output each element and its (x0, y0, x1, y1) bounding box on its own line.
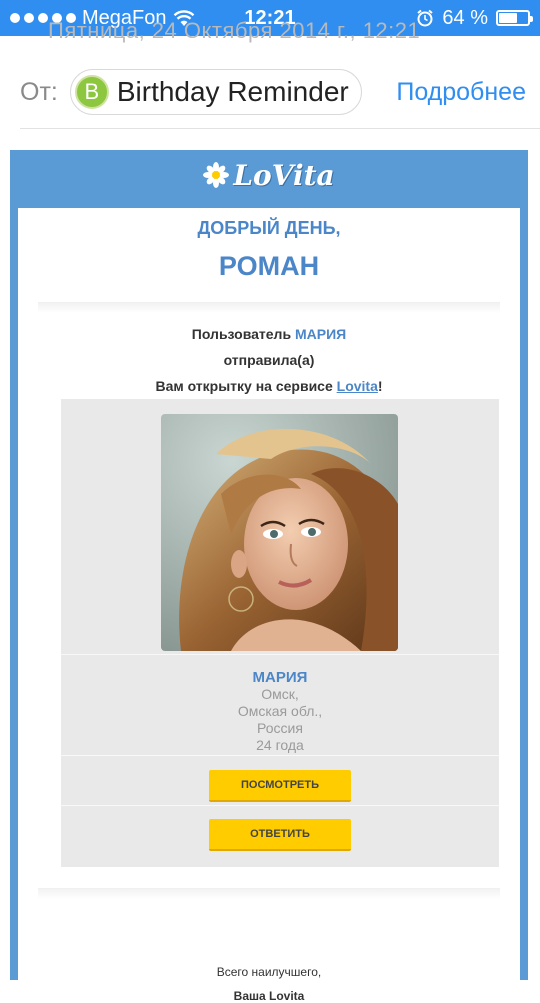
section-divider (38, 888, 500, 899)
greeting-name: РОМАН (218, 251, 320, 281)
lovita-link[interactable]: Lovita (337, 378, 378, 394)
portrait-image (161, 414, 398, 651)
header-divider (20, 128, 540, 129)
daisy-icon (203, 162, 230, 188)
sender-info: МАРИЯ Омск, Омская обл., Россия 24 года (61, 669, 499, 754)
logo-bar: LoVita (10, 150, 528, 200)
mail-body: LoVita ДОБРЫЙ ДЕНЬ, РОМАН Пользователь М… (10, 150, 528, 1003)
from-label: От: (20, 77, 58, 106)
signoff-signature: Ваша Lovita (233, 989, 305, 1003)
msg-line2: отправила(а) (223, 352, 315, 368)
postcard-card: МАРИЯ Омск, Омская обл., Россия 24 года … (61, 399, 499, 867)
msg-line3-suffix: ! (377, 378, 383, 394)
reply-button[interactable]: ОТВЕТИТЬ (209, 819, 351, 851)
battery-icon (496, 10, 533, 26)
sender-name: Birthday Reminder (116, 76, 349, 107)
msg-user-name: МАРИЯ (294, 326, 347, 342)
card-divider (61, 654, 499, 655)
profile-photo[interactable] (161, 414, 398, 651)
card-country: Россия (257, 720, 303, 736)
card-region: Омская обл., (237, 703, 323, 719)
sender-avatar: B (74, 75, 109, 109)
card-sender-name[interactable]: МАРИЯ (61, 669, 499, 686)
lovita-logo[interactable]: LoVita (203, 158, 335, 192)
mail-content: ДОБРЫЙ ДЕНЬ, РОМАН Пользователь МАРИЯ от… (18, 208, 520, 1003)
details-link[interactable]: Подробнее (396, 78, 526, 107)
from-row: От: B Birthday Reminder Подробнее (20, 68, 526, 116)
card-city: Омск, (261, 686, 299, 702)
logo-text: LoVita (233, 158, 335, 192)
section-divider (38, 302, 500, 313)
view-button[interactable]: ПОСМОТРЕТЬ (209, 770, 351, 802)
message-text: Пользователь МАРИЯ отправила(а) Вам откр… (18, 321, 520, 399)
email-date: Пятница, 24 Октября 2014 г., 12:21 (48, 18, 421, 43)
greeting-line: ДОБРЫЙ ДЕНЬ, (197, 218, 341, 238)
msg-line3-prefix: Вам открытку на сервисе (155, 378, 333, 394)
sender-chip[interactable]: B Birthday Reminder (69, 69, 362, 115)
card-divider (61, 755, 499, 756)
card-divider (61, 805, 499, 806)
signoff-line: Всего наилучшего, (216, 965, 322, 979)
card-age: 24 года (256, 737, 304, 753)
msg-user-prefix: Пользователь (191, 326, 292, 342)
